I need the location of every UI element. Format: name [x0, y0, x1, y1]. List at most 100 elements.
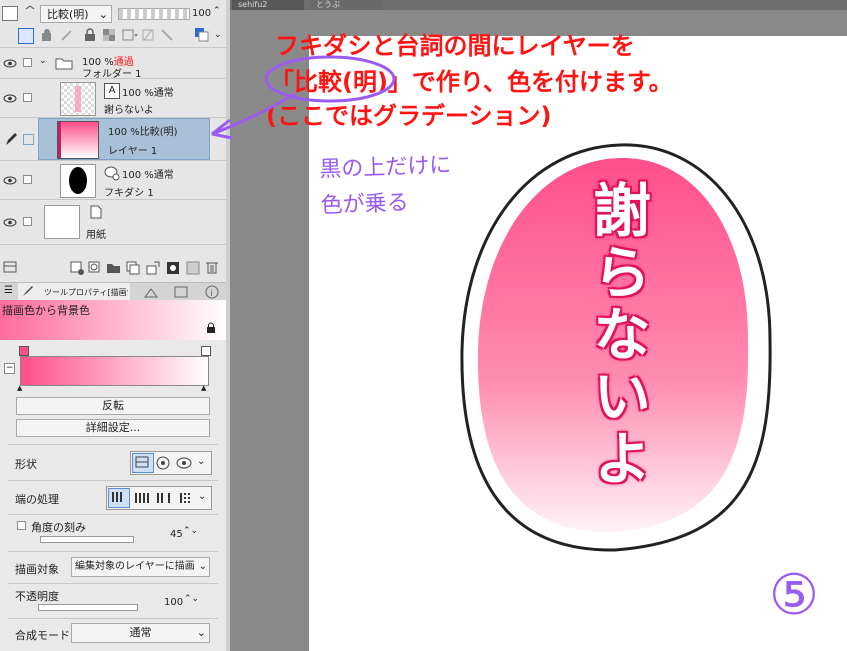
stretch-edge-icon[interactable]	[155, 490, 173, 509]
stop-marker[interactable]: ▲	[17, 384, 22, 392]
gradient-end-stop[interactable]	[201, 346, 211, 356]
step-number: ⑤	[768, 563, 820, 628]
draft-icon[interactable]	[60, 28, 74, 45]
tab-label: ツールプロパティ[描画色	[44, 288, 128, 297]
angle-step-checkbox[interactable]	[17, 521, 26, 530]
merge-layer-icon[interactable]	[146, 261, 160, 278]
detail-settings-button[interactable]: 詳細設定...	[16, 419, 210, 437]
svg-text:i: i	[210, 289, 213, 299]
layer-name: フキダシ 1	[104, 188, 154, 199]
repeat-edge-icon[interactable]	[108, 488, 130, 508]
no-edge-icon[interactable]	[177, 490, 195, 509]
new-raster-layer-icon[interactable]	[70, 261, 84, 278]
layer-color-icon[interactable]	[194, 27, 212, 46]
apply-mask-icon[interactable]	[186, 261, 200, 278]
layer-color-swatch[interactable]	[2, 6, 20, 22]
blend-mode-select[interactable]: 通常 ⌄	[71, 623, 210, 643]
radial-shape-icon[interactable]	[155, 455, 171, 474]
eye-icon[interactable]	[3, 58, 17, 71]
lock-transparent-icon[interactable]	[102, 28, 116, 45]
gradient-start-stop[interactable]	[19, 346, 29, 356]
layer-name: 用紙	[86, 230, 106, 241]
draw-target-value: 編集対象のレイヤーに描画	[75, 561, 195, 572]
layer-bottom-toolbar	[0, 256, 226, 278]
text-layer-icon: A	[104, 83, 120, 99]
layer-row-text[interactable]: A 100 %通常 謝らないよ	[0, 79, 226, 117]
gradient-preset-preview[interactable]: 描画色から背景色	[0, 300, 226, 340]
edit-target-checkbox[interactable]	[23, 93, 32, 102]
balloon-layer-icon	[104, 165, 120, 184]
draw-target-label: 描画対象	[15, 563, 59, 576]
lock-icon[interactable]	[206, 322, 216, 337]
layer-thumbnail	[57, 121, 99, 159]
ruler-icon[interactable]	[142, 28, 158, 45]
chevron-down-icon: ⌄	[98, 7, 108, 21]
paper-layer-icon	[90, 205, 102, 222]
shape-selector[interactable]: ⌄	[130, 451, 212, 475]
eye-icon[interactable]	[3, 175, 17, 188]
tab-tool-property[interactable]: ツールプロパティ[描画色	[18, 283, 130, 301]
edit-target-checkbox[interactable]	[23, 58, 32, 67]
left-panel: 比較(明) ⌄ 100 ⌃ ⌄ ⌄ 100 %通過 フォルダー 1 A 100 …	[0, 0, 227, 651]
opacity-slider[interactable]	[38, 604, 138, 611]
chevron-down-icon[interactable]: ⌄	[214, 30, 222, 40]
edit-target-checkbox[interactable]	[23, 134, 34, 145]
opacity-stepper[interactable]: ⌃	[213, 6, 221, 16]
stop-marker[interactable]: ▲	[201, 384, 206, 392]
angle-step-slider[interactable]	[40, 536, 134, 543]
menu-icon[interactable]: ☰	[4, 285, 13, 296]
lock-icon[interactable]	[84, 28, 96, 45]
edge-selector[interactable]: ⌄	[106, 486, 212, 510]
palette-icon[interactable]	[160, 28, 176, 45]
highlight-circle	[264, 55, 396, 103]
layer-thumbnail	[60, 82, 96, 116]
layer-name: レイヤー 1	[108, 146, 158, 157]
opacity-value: 100	[164, 597, 184, 608]
layer-property-icon[interactable]	[3, 261, 17, 276]
edit-target-checkbox[interactable]	[23, 175, 32, 184]
chevron-down-icon[interactable]: ⌄	[197, 456, 205, 467]
canvas-tab[interactable]: sehifu2	[232, 0, 304, 10]
fold-edge-icon[interactable]	[133, 490, 151, 509]
layer-row-paper[interactable]: 用紙	[0, 200, 226, 244]
linear-shape-icon[interactable]	[132, 453, 154, 473]
shape-label: 形状	[15, 458, 37, 471]
chevron-up-icon[interactable]	[24, 0, 36, 13]
canvas-tab[interactable]: とうぶ	[310, 0, 382, 10]
layer-thumbnail	[60, 164, 96, 198]
new-vector-layer-icon[interactable]	[88, 261, 102, 278]
chevron-down-icon[interactable]: ⌄	[198, 491, 206, 502]
clip-icon[interactable]	[18, 28, 34, 44]
new-folder-icon[interactable]	[106, 261, 122, 278]
reference-icon[interactable]	[40, 28, 54, 45]
speech-text: 謝らないよ	[583, 180, 651, 490]
layer-opacity-slider[interactable]	[118, 8, 190, 20]
blend-mode-label: 合成モード	[15, 629, 70, 642]
gradient-bar[interactable]	[20, 356, 209, 386]
draw-target-select[interactable]: 編集対象のレイヤーに描画 ⌄	[71, 557, 210, 577]
subtool-detail-icon[interactable]	[144, 286, 158, 301]
mask-icon[interactable]	[122, 28, 138, 45]
brush-icon	[22, 285, 34, 300]
copy-layer-icon[interactable]	[126, 261, 140, 278]
collapse-toggle[interactable]: −	[4, 363, 15, 374]
opacity-stepper[interactable]: ⌃⌄	[184, 594, 199, 604]
layer-row-selected[interactable]: 100 %比較(明) レイヤー 1	[0, 118, 226, 160]
reverse-button[interactable]: 反転	[16, 397, 210, 415]
angle-stepper[interactable]: ⌃⌄	[183, 526, 198, 536]
eye-icon[interactable]	[3, 217, 17, 230]
layer-row-folder[interactable]: ⌄ 100 %通過 フォルダー 1	[0, 48, 226, 80]
ellipse-shape-icon[interactable]	[175, 455, 193, 474]
blend-mode-value: 比較(明)	[47, 8, 89, 21]
trash-icon[interactable]	[206, 260, 218, 277]
blend-mode-select[interactable]: 比較(明) ⌄	[40, 5, 112, 23]
eye-icon[interactable]	[3, 93, 17, 106]
edit-target-checkbox[interactable]	[23, 217, 32, 226]
chevron-down-icon[interactable]: ⌄	[39, 56, 47, 66]
layer-row-balloon[interactable]: 100 %通常 フキダシ 1	[0, 161, 226, 199]
add-mask-icon[interactable]	[166, 261, 180, 278]
film-icon[interactable]	[174, 286, 188, 301]
layer-icon-toolbar: ⌄	[0, 24, 226, 46]
layer-mode: 通常	[153, 88, 174, 99]
canvas-tabbar: sehifu2 とうぶ	[230, 0, 847, 10]
